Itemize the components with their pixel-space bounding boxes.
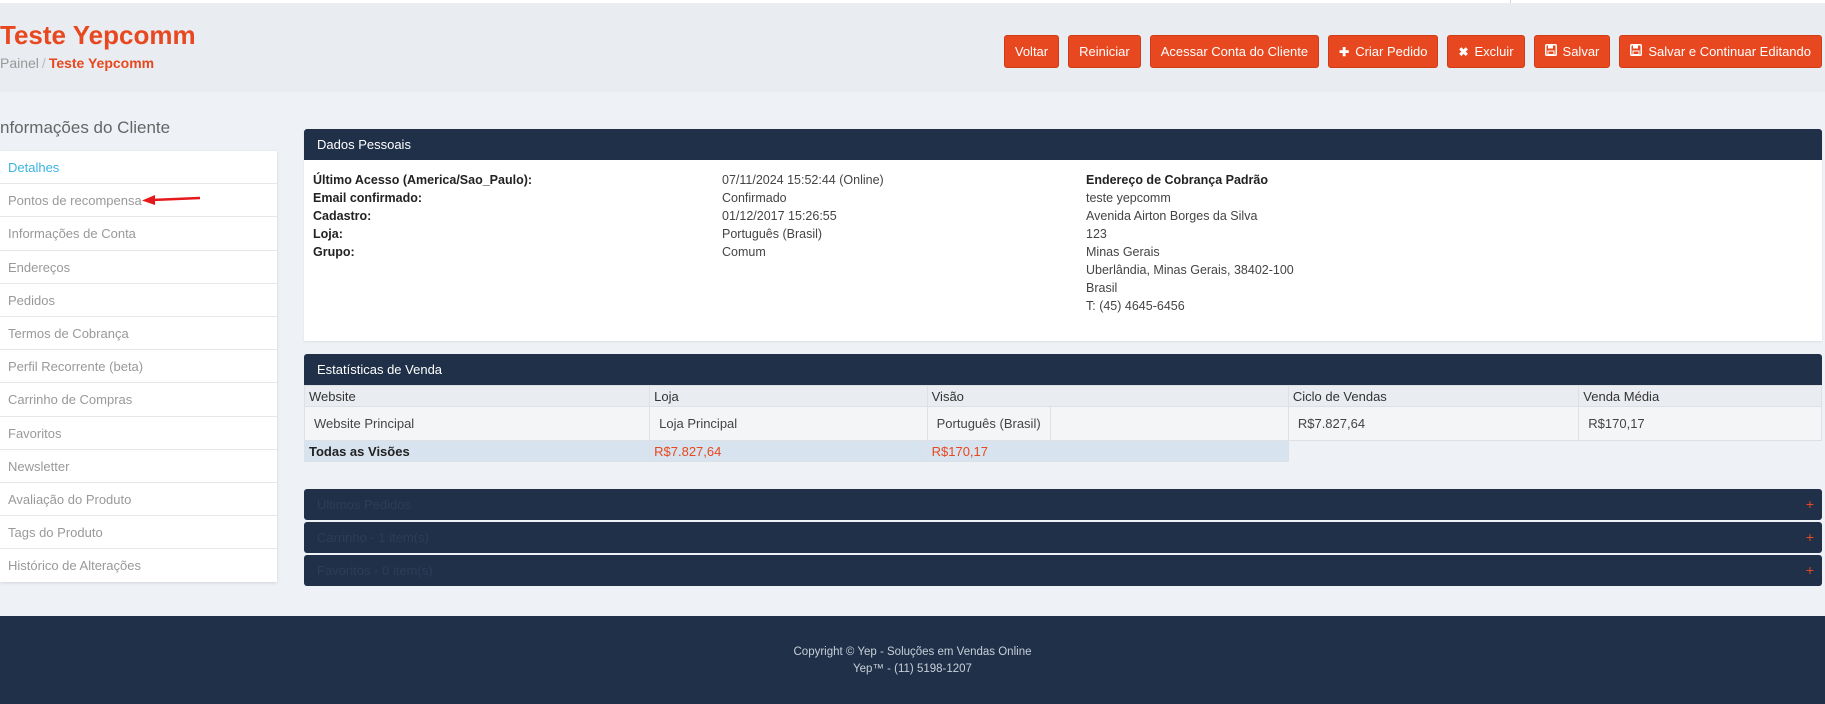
table-row: Website Principal Loja Principal Portugu… xyxy=(303,406,1822,441)
sidebar-title: nformações do Cliente xyxy=(0,118,171,137)
breadcrumb-current: Teste Yepcomm xyxy=(48,55,155,71)
sales-statistics-panel: Estatísticas de Venda Website Loja Visão… xyxy=(303,354,1822,463)
save-button[interactable]: Salvar xyxy=(1533,35,1611,68)
email-confirmed-label: Email confirmado: xyxy=(313,191,423,205)
total-blank xyxy=(1288,440,1822,462)
sidebar: Detalhes Pontos de recompensa Informaçõe… xyxy=(0,151,277,583)
section-wishlist[interactable]: Favoritos - 0 item(s) + xyxy=(304,555,1822,586)
x-icon: ✖ xyxy=(1458,44,1469,59)
section-cart[interactable]: Carrinho - 1 item(s) + xyxy=(304,522,1822,553)
footer: Copyright © Yep - Soluções em Vendas Onl… xyxy=(0,616,1825,704)
personal-data-title: Dados Pessoais xyxy=(304,129,1822,160)
red-arrow-annotation xyxy=(142,195,201,205)
section-cart-label: Carrinho - 1 item(s) xyxy=(317,530,429,545)
address-line: Uberlândia, Minas Gerais, 38402-100 xyxy=(1086,263,1294,277)
section-recent-orders-label: Últimos Pedidos xyxy=(317,497,411,512)
group-label: Grupo: xyxy=(313,245,355,259)
billing-address-title: Endereço de Cobrança Padrão xyxy=(1086,173,1269,187)
column-header-lifetime-sales: Ciclo de Vendas xyxy=(1287,385,1580,407)
column-header-website: Website xyxy=(303,385,651,407)
create-order-label: Criar Pedido xyxy=(1355,44,1428,59)
delete-label: Excluir xyxy=(1474,44,1514,59)
save-and-continue-button[interactable]: Salvar e Continuar Editando xyxy=(1619,35,1822,68)
breadcrumb-home[interactable]: Painel xyxy=(0,55,39,71)
store-label: Loja: xyxy=(313,227,343,241)
sales-statistics-table: Website Loja Visão Ciclo de Vendas Venda… xyxy=(303,385,1822,462)
floppy-icon xyxy=(1630,44,1643,59)
page-header: Teste Yepcomm Painel / Teste Yepcomm Volta… xyxy=(0,3,1825,92)
personal-labels: Último Acesso (America/Sao_Paulo): Email… xyxy=(313,171,532,261)
personal-data-panel: Dados Pessoais Último Acesso (America/Sa… xyxy=(304,129,1822,341)
sidebar-item-addresses[interactable]: Endereços xyxy=(0,251,277,284)
address-line: teste yepcomm xyxy=(1086,191,1171,205)
cell-empty xyxy=(1049,406,1289,441)
save-label: Salvar xyxy=(1562,44,1600,59)
address-line: Brasil xyxy=(1086,281,1118,295)
address-line: Minas Gerais xyxy=(1086,245,1160,259)
breadcrumb-separator: / xyxy=(41,55,46,71)
login-as-customer-label: Acessar Conta do Cliente xyxy=(1160,44,1309,59)
address-phone: T: (45) 4645-6456 xyxy=(1086,299,1185,313)
total-label: Todas as Visões xyxy=(303,440,651,462)
back-button-label: Voltar xyxy=(1014,44,1049,59)
registered-label: Cadastro: xyxy=(313,209,372,223)
total-average-sale: R$170,17 xyxy=(926,440,1289,462)
sales-statistics-title: Estatísticas de Venda xyxy=(304,354,1822,385)
cell-lifetime-sales: R$7.827,64 xyxy=(1287,406,1580,441)
sidebar-item-reward-points[interactable]: Pontos de recompensa xyxy=(0,184,277,218)
column-header-average-sale: Venda Média xyxy=(1578,385,1822,407)
footer-contact: Yep™ - (11) 5198-1207 xyxy=(853,663,972,675)
column-header-store: Loja xyxy=(649,385,928,407)
reset-button-label: Reiniciar xyxy=(1079,44,1130,59)
floppy-icon xyxy=(1544,44,1557,59)
plus-icon: + xyxy=(1805,562,1814,578)
footer-copyright: Copyright © Yep - Soluções em Vendas Onl… xyxy=(793,646,1032,658)
table-header-row: Website Loja Visão Ciclo de Vendas Venda… xyxy=(303,385,1822,407)
personal-values: 07/11/2024 15:52:44 (Online) Confirmado … xyxy=(722,171,884,261)
plus-icon: ✚ xyxy=(1339,44,1350,59)
back-button[interactable]: Voltar xyxy=(1003,35,1060,68)
sidebar-item-recurring-profile[interactable]: Perfil Recorrente (beta) xyxy=(0,350,277,384)
delete-button[interactable]: ✖ Excluir xyxy=(1447,35,1525,68)
plus-icon: + xyxy=(1805,496,1814,512)
sidebar-item-details[interactable]: Detalhes xyxy=(0,151,277,185)
email-confirmed-value: Confirmado xyxy=(722,191,787,205)
address-line: Avenida Airton Borges da Silva xyxy=(1086,209,1258,223)
page-title: Teste Yepcomm xyxy=(0,20,196,50)
breadcrumb: Painel / Teste Yepcomm xyxy=(0,55,154,71)
billing-address: Endereço de Cobrança Padrão teste yepcom… xyxy=(1086,171,1294,315)
store-value: Português (Brasil) xyxy=(722,227,823,241)
login-as-customer-button[interactable]: Acessar Conta do Cliente xyxy=(1149,35,1320,68)
group-value: Comum xyxy=(722,245,766,259)
total-row: Todas as Visões R$7.827,64 R$170,17 xyxy=(303,440,1822,462)
sidebar-item-wishlist[interactable]: Favoritos xyxy=(0,417,277,450)
save-and-continue-label: Salvar e Continuar Editando xyxy=(1648,44,1811,59)
last-access-label: Último Acesso (America/Sao_Paulo): xyxy=(313,173,533,187)
reset-button[interactable]: Reiniciar xyxy=(1068,35,1141,68)
sidebar-item-product-reviews[interactable]: Avaliação do Produto xyxy=(0,483,277,517)
section-wishlist-label: Favoritos - 0 item(s) xyxy=(317,563,433,578)
action-buttons: Voltar Reiniciar Acessar Conta do Client… xyxy=(1003,35,1822,68)
address-line: 123 xyxy=(1086,227,1107,241)
plus-icon: + xyxy=(1805,529,1814,545)
sidebar-item-shopping-cart[interactable]: Carrinho de Compras xyxy=(0,383,277,417)
registered-value: 01/12/2017 15:26:55 xyxy=(722,209,837,223)
sidebar-item-account-info[interactable]: Informações de Conta xyxy=(0,217,277,251)
cell-view: Português (Brasil) xyxy=(926,406,1051,441)
column-header-view: Visão xyxy=(926,385,1289,407)
sidebar-item-product-tags[interactable]: Tags do Produto xyxy=(0,516,277,550)
sidebar-item-change-history[interactable]: Histórico de Alterações xyxy=(0,549,277,582)
section-recent-orders[interactable]: Últimos Pedidos + xyxy=(304,489,1822,520)
sidebar-item-billing-agreements[interactable]: Termos de Cobrança xyxy=(0,317,277,351)
cell-average-sale: R$170,17 xyxy=(1578,406,1822,441)
total-lifetime-sales: R$7.827,64 xyxy=(649,440,928,462)
last-access-value: 07/11/2024 15:52:44 (Online) xyxy=(722,173,884,187)
cell-store: Loja Principal xyxy=(649,406,928,441)
create-order-button[interactable]: ✚ Criar Pedido xyxy=(1328,35,1439,68)
sidebar-item-orders[interactable]: Pedidos xyxy=(0,284,277,317)
cell-website: Website Principal xyxy=(303,406,651,441)
sidebar-item-newsletter[interactable]: Newsletter xyxy=(0,450,277,483)
